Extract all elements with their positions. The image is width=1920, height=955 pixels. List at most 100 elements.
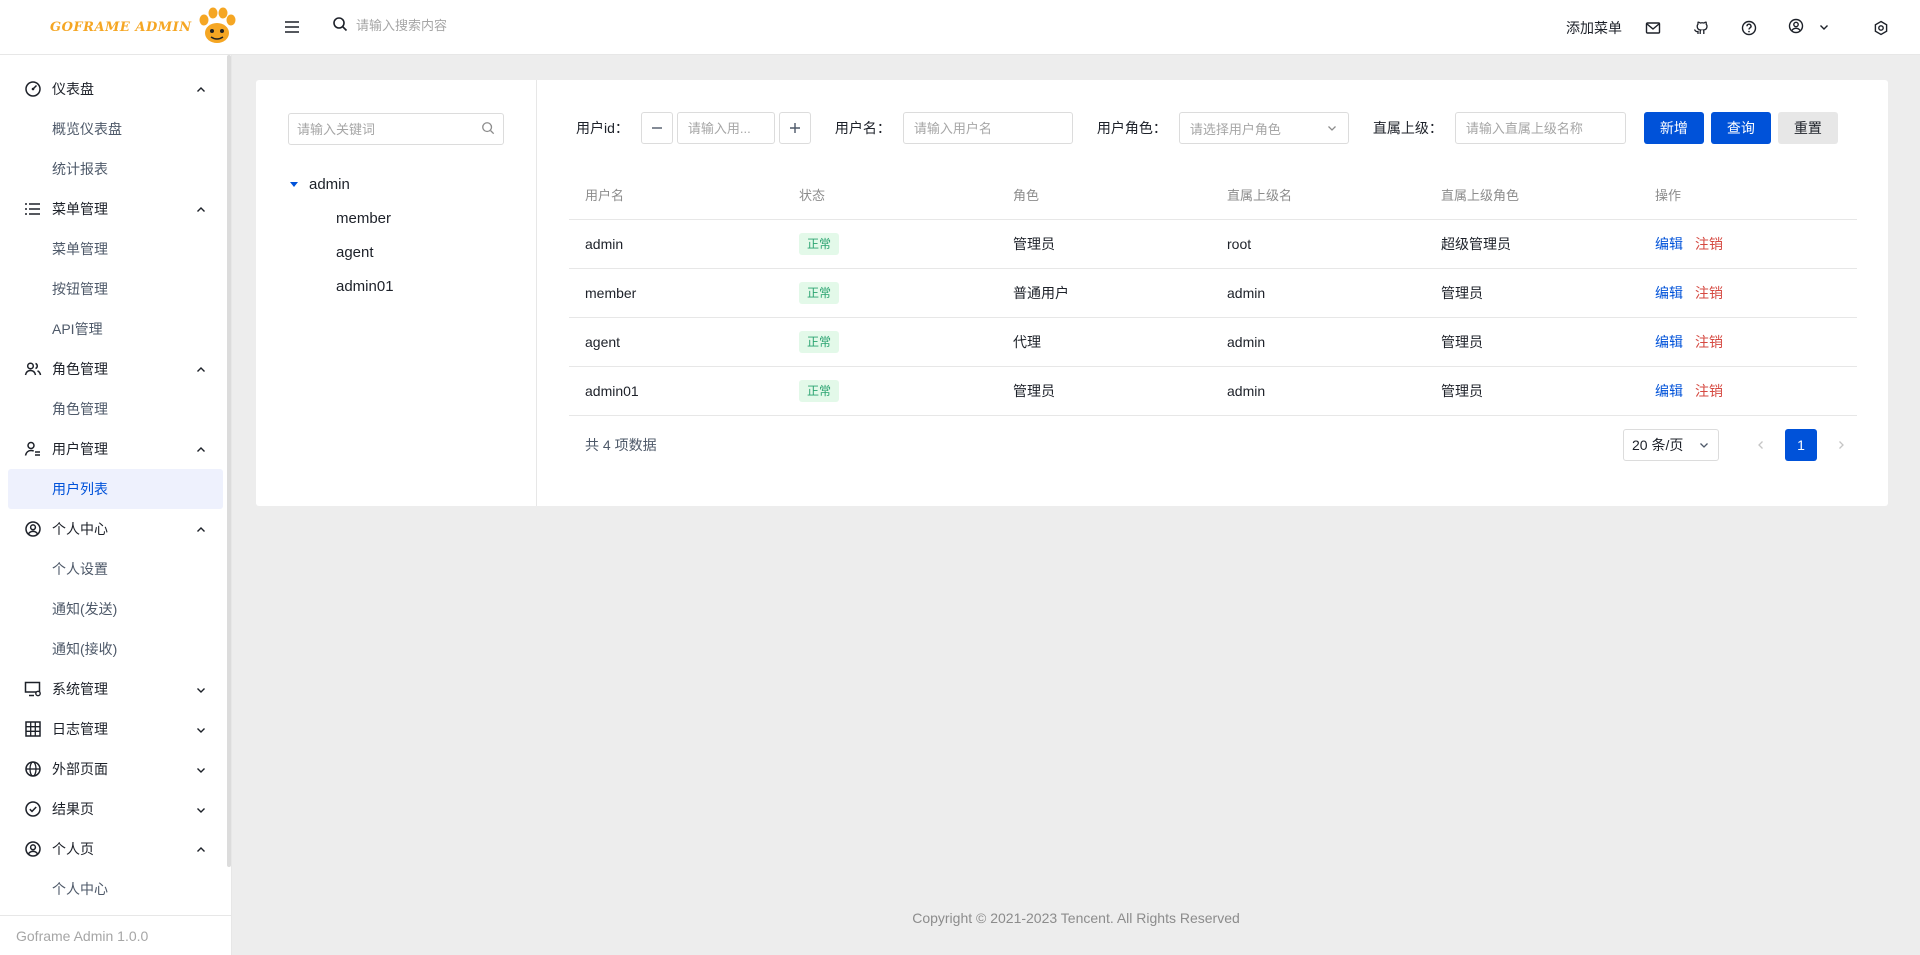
sidebar-item-personal-settings[interactable]: 个人设置: [8, 549, 223, 589]
sidebar-item-user-list[interactable]: 用户列表: [8, 469, 223, 509]
cell-status: 正常: [783, 282, 997, 304]
list-icon: [24, 200, 42, 218]
chevron-up-icon: [195, 363, 207, 375]
chevron-down-icon: [1818, 20, 1830, 36]
cell-superior: admin: [1227, 334, 1266, 350]
sidebar-group-personal-center[interactable]: 个人中心: [0, 509, 231, 549]
cell-superior-role: 管理员: [1441, 334, 1483, 350]
edit-link[interactable]: 编辑: [1655, 236, 1683, 252]
user-id-decrement-button[interactable]: [640, 112, 673, 144]
pagination-bar: 共 4 项数据 20 条/页 1: [585, 429, 1857, 461]
superior-input[interactable]: [1454, 112, 1626, 144]
page-size-select[interactable]: 20 条/页: [1623, 429, 1719, 461]
cell-status: 正常: [783, 233, 997, 255]
tree-node-agent[interactable]: agent: [336, 238, 374, 266]
sidebar-item-personal-center[interactable]: 个人中心: [8, 869, 223, 909]
prev-page-icon[interactable]: [1745, 429, 1777, 461]
sidebar-group-personal-page[interactable]: 个人页: [0, 829, 231, 869]
sidebar-group-system-management[interactable]: 系统管理: [0, 669, 231, 709]
search-icon[interactable]: [332, 16, 348, 35]
sidebar-item-api-management[interactable]: API管理: [8, 309, 223, 349]
chevron-down-icon: [195, 683, 207, 695]
menu-toggle-icon[interactable]: [283, 18, 301, 36]
sidebar-group-result-page[interactable]: 结果页: [0, 789, 231, 829]
add-user-button[interactable]: 新增: [1643, 112, 1704, 144]
cell-superior: admin: [1227, 383, 1266, 399]
next-page-icon[interactable]: [1825, 429, 1857, 461]
user-setting-icon: [24, 440, 42, 458]
user-id-increment-button[interactable]: [778, 112, 811, 144]
sidebar-group-label: 菜单管理: [52, 201, 108, 217]
sidebar-group-role-management[interactable]: 角色管理: [0, 349, 231, 389]
role-select[interactable]: 请选择用户角色: [1178, 112, 1349, 144]
sidebar-item-notify-receive[interactable]: 通知(接收): [8, 629, 223, 669]
tree-node-admin01[interactable]: admin01: [336, 272, 394, 300]
check-circle-icon: [24, 800, 42, 818]
sidebar-group-user-management[interactable]: 用户管理: [0, 429, 231, 469]
sidebar: 仪表盘 概览仪表盘 统计报表 菜单管理 菜单管理 按钮管理 API管理 角色管理…: [0, 55, 232, 955]
header-search-input[interactable]: [356, 18, 576, 33]
sidebar-group-external-pages[interactable]: 外部页面: [0, 749, 231, 789]
sidebar-item-role-management[interactable]: 角色管理: [8, 389, 223, 429]
deactivate-link[interactable]: 注销: [1695, 334, 1723, 350]
user-table: 用户名 状态 角色 直属上级名 直属上级角色 操作 admin 正常 管理员 r…: [569, 170, 1857, 416]
edit-link[interactable]: 编辑: [1655, 285, 1683, 301]
sidebar-item-button-management[interactable]: 按钮管理: [8, 269, 223, 309]
sidebar-group-label: 个人页: [52, 841, 94, 857]
help-icon[interactable]: [1740, 19, 1758, 37]
chevron-up-icon: [195, 203, 207, 215]
user-id-input[interactable]: [676, 112, 775, 144]
chevron-up-icon: [195, 523, 207, 535]
sidebar-group-label: 角色管理: [52, 361, 108, 377]
sidebar-group-log-management[interactable]: 日志管理: [0, 709, 231, 749]
copyright: Copyright © 2021-2023 Tencent. All Right…: [912, 910, 1240, 926]
sidebar-item-menu-management[interactable]: 菜单管理: [8, 229, 223, 269]
tree-search-input[interactable]: [297, 121, 481, 137]
deactivate-link[interactable]: 注销: [1695, 383, 1723, 399]
sidebar-scrollbar[interactable]: [227, 55, 231, 867]
query-button[interactable]: 查询: [1710, 112, 1771, 144]
add-menu-link[interactable]: 添加菜单: [1566, 18, 1622, 38]
deactivate-link[interactable]: 注销: [1695, 236, 1723, 252]
cell-actions: 编辑 注销: [1639, 332, 1857, 352]
chevron-up-icon: [195, 443, 207, 455]
column-header: 操作: [1655, 188, 1682, 203]
sidebar-group-dashboard[interactable]: 仪表盘: [0, 69, 231, 109]
sidebar-group-menu-management[interactable]: 菜单管理: [0, 189, 231, 229]
sidebar-item-overview-dashboard[interactable]: 概览仪表盘: [8, 109, 223, 149]
cell-superior-role: 管理员: [1441, 383, 1483, 399]
edit-link[interactable]: 编辑: [1655, 334, 1683, 350]
tree-node-member[interactable]: member: [336, 204, 391, 232]
table-row: member 正常 普通用户 admin 管理员 编辑 注销: [569, 269, 1857, 318]
sidebar-item-statistics[interactable]: 统计报表: [8, 149, 223, 189]
github-icon[interactable]: [1692, 19, 1710, 37]
user-menu[interactable]: [1788, 18, 1830, 37]
tree-search: [288, 113, 504, 145]
table-icon: [24, 720, 42, 738]
cell-role: 代理: [1013, 334, 1041, 350]
column-header: 状态: [799, 188, 826, 203]
sidebar-group-label: 系统管理: [52, 681, 108, 697]
deactivate-link[interactable]: 注销: [1695, 285, 1723, 301]
cell-status: 正常: [783, 331, 997, 353]
cell-actions: 编辑 注销: [1639, 381, 1857, 401]
mail-icon[interactable]: [1644, 19, 1662, 37]
username-input[interactable]: [902, 112, 1073, 144]
edit-link[interactable]: 编辑: [1655, 383, 1683, 399]
settings-icon[interactable]: [1872, 19, 1890, 37]
search-icon[interactable]: [481, 121, 495, 138]
chevron-up-icon: [195, 843, 207, 855]
caret-down-icon[interactable]: [289, 179, 299, 189]
reset-button[interactable]: 重置: [1777, 112, 1838, 144]
logo-text: GOFRAME ADMIN: [50, 19, 192, 35]
sidebar-item-notify-send[interactable]: 通知(发送): [8, 589, 223, 629]
sidebar-version: Goframe Admin 1.0.0: [0, 915, 232, 955]
logo[interactable]: GOFRAME ADMIN: [50, 6, 238, 48]
cell-username: admin: [585, 236, 624, 252]
tree-node-root[interactable]: admin: [289, 170, 350, 198]
column-header: 用户名: [585, 188, 625, 203]
sidebar-group-label: 用户管理: [52, 441, 108, 457]
header-search: [332, 16, 576, 35]
page-button-current[interactable]: 1: [1785, 429, 1817, 461]
status-badge: 正常: [799, 380, 840, 402]
